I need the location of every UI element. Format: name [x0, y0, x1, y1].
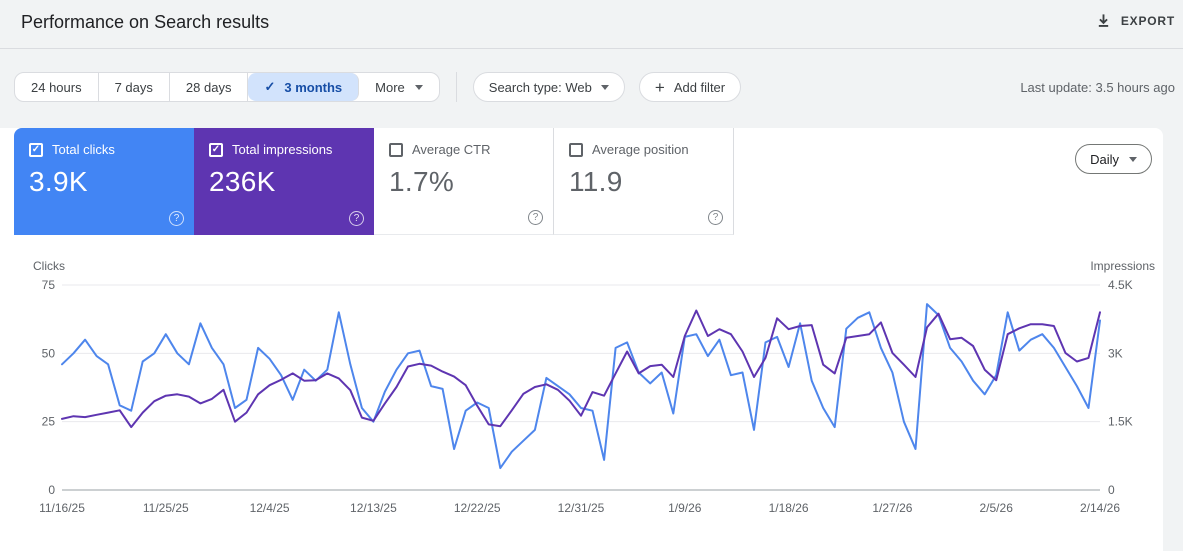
filter-separator: [455, 72, 457, 102]
x-axis-tick: 1/9/26: [668, 501, 702, 515]
metric-value: 11.9: [569, 166, 623, 197]
metric-label: Average position: [592, 142, 689, 157]
metric-card-average-ctr[interactable]: Average CTR 1.7% ?: [374, 128, 554, 235]
caret-down-icon: [1129, 156, 1137, 162]
last-update-text: Last update: 3.5 hours ago: [1020, 79, 1175, 95]
checkbox-checked-icon[interactable]: ✓: [29, 142, 43, 157]
granularity-label: Daily: [1090, 151, 1119, 167]
add-filter-label: Add filter: [673, 79, 726, 95]
granularity-dropdown[interactable]: Daily: [1075, 144, 1152, 174]
metric-head: Average position: [569, 142, 718, 157]
date-range-3-months[interactable]: ✓ 3 months: [248, 73, 360, 101]
help-icon[interactable]: ?: [169, 211, 184, 226]
date-range-label: 3 months: [284, 79, 343, 95]
metric-card-average-position[interactable]: Average position 11.9 ?: [554, 128, 734, 235]
caret-down-icon: [414, 84, 423, 90]
help-icon[interactable]: ?: [708, 210, 723, 225]
x-axis-tick: 11/25/25: [143, 501, 189, 515]
left-axis-tick: 75: [42, 278, 56, 292]
metric-label: Total clicks: [52, 142, 115, 157]
metric-head: ✓ Total clicks: [29, 142, 179, 157]
checkbox-unchecked-icon[interactable]: [569, 142, 583, 157]
right-axis-title: Impressions: [1090, 259, 1155, 273]
plus-icon: +: [654, 77, 665, 97]
metric-card-total-clicks[interactable]: ✓ Total clicks 3.9K ?: [14, 128, 194, 235]
search-type-label: Search type: Web: [488, 79, 592, 95]
right-axis-tick: 4.5K: [1108, 278, 1133, 292]
metric-head: Average CTR: [389, 142, 538, 157]
search-type-chip[interactable]: Search type: Web: [472, 72, 625, 102]
export-label: EXPORT: [1120, 13, 1175, 28]
help-icon[interactable]: ?: [528, 210, 543, 225]
left-axis-tick: 50: [42, 346, 56, 360]
metric-value: 236K: [209, 166, 276, 197]
date-range-label: 28 days: [185, 79, 232, 95]
x-axis-tick: 2/14/26: [1080, 501, 1120, 515]
date-range-group: 24 hours 7 days 28 days ✓ 3 months More: [14, 72, 440, 102]
checkbox-unchecked-icon[interactable]: [389, 142, 403, 157]
right-axis-tick: 3K: [1108, 346, 1123, 360]
caret-down-icon: [600, 84, 609, 90]
help-icon[interactable]: ?: [349, 211, 364, 226]
metric-label: Average CTR: [412, 142, 491, 157]
date-range-7-days[interactable]: 7 days: [99, 73, 170, 101]
performance-chart[interactable]: 0 0 25 1.5K 50 3K 75 4.5K Clicks Impressions 11/16…: [0, 256, 1163, 530]
right-axis-tick: 1.5K: [1108, 415, 1133, 429]
metric-cards-row: ✓ Total clicks 3.9K ? ✓ Total impression…: [14, 128, 734, 235]
metric-head: ✓ Total impressions: [209, 142, 359, 157]
x-axis-tick: 12/13/25: [350, 501, 397, 515]
filter-bar: 24 hours 7 days 28 days ✓ 3 months More …: [14, 72, 1175, 102]
download-icon: [1096, 13, 1111, 28]
export-button[interactable]: EXPORT: [1096, 13, 1175, 28]
x-axis-tick: 1/18/26: [769, 501, 809, 515]
right-axis-tick: 0: [1108, 483, 1115, 497]
x-axis-tick: 1/27/26: [872, 501, 912, 515]
page-title: Performance on Search results: [21, 12, 270, 32]
left-axis-title: Clicks: [33, 259, 65, 273]
metric-value: 1.7%: [389, 166, 455, 197]
header-divider: [0, 48, 1183, 49]
add-filter-chip[interactable]: + Add filter: [638, 72, 742, 102]
check-icon: ✓: [264, 79, 276, 94]
x-axis-tick: 11/16/25: [39, 501, 85, 515]
metric-value: 3.9K: [29, 166, 88, 197]
metric-label: Total impressions: [232, 142, 333, 157]
date-range-24-hours[interactable]: 24 hours: [15, 73, 99, 101]
left-axis-tick: 0: [48, 483, 55, 497]
date-range-label: 24 hours: [31, 79, 82, 95]
performance-card: ✓ Total clicks 3.9K ? ✓ Total impression…: [0, 128, 1163, 551]
x-axis-tick: 12/31/25: [558, 501, 605, 515]
impressions-line[interactable]: [61, 309, 1101, 429]
x-axis-tick: 2/5/26: [980, 501, 1014, 515]
date-range-28-days[interactable]: 28 days: [170, 73, 249, 101]
page-header: Performance on Search results EXPORT: [0, 0, 1183, 48]
metric-card-total-impressions[interactable]: ✓ Total impressions 236K ?: [194, 128, 374, 235]
date-range-label: 7 days: [114, 79, 153, 95]
checkbox-checked-icon[interactable]: ✓: [209, 142, 223, 157]
date-range-label: More: [375, 79, 405, 95]
left-axis-tick: 25: [42, 415, 56, 429]
date-range-more[interactable]: More: [359, 73, 439, 101]
x-axis-tick: 12/4/25: [250, 501, 290, 515]
x-axis-tick: 12/22/25: [454, 501, 501, 515]
